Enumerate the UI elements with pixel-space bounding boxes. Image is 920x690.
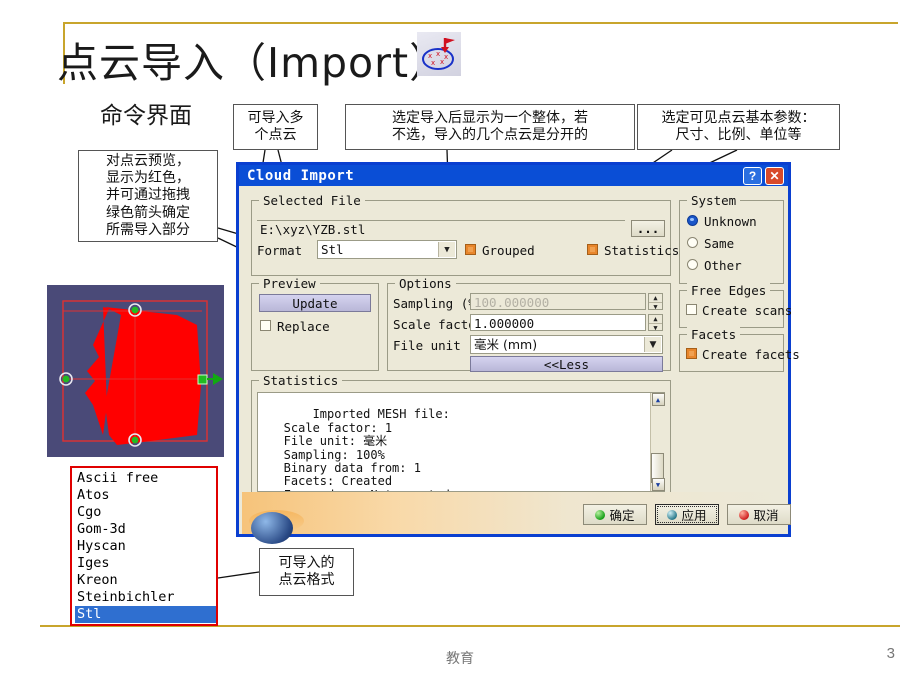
scroll-down-icon[interactable]: ▼ [651,478,665,491]
cancel-status-dot-icon [739,509,750,520]
file-path-input[interactable]: E:\xyz\YZB.stl [257,220,625,237]
dialog-title: Cloud Import [247,167,355,184]
system-radio-same[interactable] [687,237,698,248]
svg-text:x: x [431,59,435,67]
callout-grouped-text: 选定导入后显示为一个整体，若 不选，导入的几个点云是分开的 [392,109,588,143]
file-unit-label: File unit [393,338,461,353]
callout-parameters: 选定可见点云基本参数： 尺寸、比例、单位等 [637,104,840,150]
sampling-input[interactable]: 100.000000 [470,293,646,310]
create-facets-label: Create facets [702,347,800,362]
svg-text:x: x [444,53,448,61]
help-icon[interactable]: ? [743,167,762,185]
statistics-log-text: Imported MESH file: Scale factor: 1 File… [283,407,450,491]
callout-grouped: 选定导入后显示为一个整体，若 不选，导入的几个点云是分开的 [345,104,635,150]
free-edges-group-label: Free Edges [687,283,771,298]
callout-parameters-text: 选定可见点云基本参数： 尺寸、比例、单位等 [661,109,816,143]
selected-file-group: Selected File [251,193,671,276]
statistics-scrollbar[interactable]: ▲ ▼ [650,393,665,491]
format-list-item-selected[interactable]: Stl [75,606,216,623]
scroll-up-icon[interactable]: ▲ [651,393,665,406]
facets-group-label: Facets [687,327,741,342]
slide-top-rule [63,22,898,24]
format-list-item[interactable]: Ascii free [75,470,216,487]
chevron-down-icon[interactable]: ▼ [438,242,455,257]
format-list-item[interactable]: Iges [75,555,216,572]
format-label: Format [257,243,303,258]
create-scans-checkbox[interactable] [686,304,697,315]
callout-multiple-clouds-text: 可导入多 个点云 [247,109,304,143]
cancel-button[interactable]: 取消 [727,504,791,525]
callout-formats: 可导入的 点云格式 [259,548,354,596]
update-button[interactable]: Update [259,294,371,312]
callout-preview-text: 对点云预览， 显示为红色， 并可通过拖拽 绿色箭头确定 所需导入部分 [106,153,190,238]
grouped-checkbox[interactable] [465,244,476,255]
window-buttons: ? ✕ [743,167,784,185]
ok-button[interactable]: 确定 [583,504,647,525]
format-list-item[interactable]: Gom-3d [75,521,216,538]
format-combobox[interactable]: Stl ▼ [317,240,457,259]
format-list-item[interactable]: Cgo [75,504,216,521]
file-unit-value: 毫米 (mm) [474,337,538,352]
statistics-group-label: Statistics [259,373,343,388]
ok-status-dot-icon [595,509,606,520]
cancel-button-label: 取消 [753,508,779,523]
statistics-log[interactable]: Imported MESH file: Scale factor: 1 File… [257,392,665,492]
options-group-label: Options [395,276,456,291]
page-number: 3 [886,645,895,662]
svg-text:x: x [436,50,440,58]
system-radio-unknown[interactable] [687,215,698,226]
dialog-body: Selected File E:\xyz\YZB.stl ... Format … [239,186,800,544]
spinner-down-icon[interactable]: ▼ [649,303,662,311]
system-label-same: Same [704,236,735,251]
page-title: 点云导入（Import） [57,39,452,87]
system-label-unknown: Unknown [704,214,757,229]
format-list-item[interactable]: Kreon [75,572,216,589]
chevron-down-icon[interactable]: ▼ [644,337,661,352]
apply-button-label: 应用 [681,508,707,523]
system-group-label: System [687,193,741,208]
apply-status-dot-icon [667,509,678,520]
replace-checkbox[interactable] [260,320,271,331]
file-unit-combobox[interactable]: 毫米 (mm) ▼ [470,335,663,354]
svg-text:x: x [440,58,444,66]
cloud-import-dialog: Cloud Import ? ✕ Selected File E:\xyz\YZ… [236,162,800,544]
system-radio-other[interactable] [687,259,698,270]
system-label-other: Other [704,258,742,273]
format-combobox-value: Stl [321,242,344,257]
point-cloud-preview-thumbnail [47,285,224,457]
preview-group-label: Preview [259,276,320,291]
selected-file-group-label: Selected File [259,193,365,208]
grouped-label: Grouped [482,243,535,258]
close-icon[interactable]: ✕ [765,167,784,185]
less-button[interactable]: <<Less [470,356,663,372]
create-scans-label: Create scans [702,303,793,318]
spinner-up-icon[interactable]: ▲ [649,315,662,324]
slide-subtitle: 命令界面 [100,103,192,129]
scale-factor-spinner[interactable]: ▲ ▼ [648,314,663,332]
dialog-titlebar[interactable]: Cloud Import ? ✕ [239,165,788,186]
replace-label: Replace [277,319,330,334]
apply-button[interactable]: 应用 [655,504,719,525]
sampling-spinner[interactable]: ▲ ▼ [648,293,663,311]
format-list-item[interactable]: Hyscan [75,538,216,555]
format-list[interactable]: Ascii free Atos Cgo Gom-3d Hyscan Iges K… [70,466,218,626]
callout-formats-text: 可导入的 点云格式 [278,554,335,588]
callout-multiple-clouds: 可导入多 个点云 [233,104,318,150]
format-list-item[interactable]: Steinbichler [75,589,216,606]
statistics-checkbox[interactable] [587,244,598,255]
ok-button-label: 确定 [609,508,635,523]
create-facets-checkbox[interactable] [686,348,697,359]
spinner-up-icon[interactable]: ▲ [649,294,662,303]
statistics-checkbox-label: Statistics [604,243,680,258]
format-list-item[interactable]: Atos [75,487,216,504]
scale-factor-input[interactable]: 1.000000 [470,314,646,331]
globe-logo-icon [251,512,293,544]
point-cloud-import-icon: xxx xx [417,32,461,76]
footer-text: 教育 [446,651,474,667]
callout-preview: 对点云预览， 显示为红色， 并可通过拖拽 绿色箭头确定 所需导入部分 [78,150,218,242]
spinner-down-icon[interactable]: ▼ [649,324,662,332]
browse-button[interactable]: ... [631,220,665,237]
